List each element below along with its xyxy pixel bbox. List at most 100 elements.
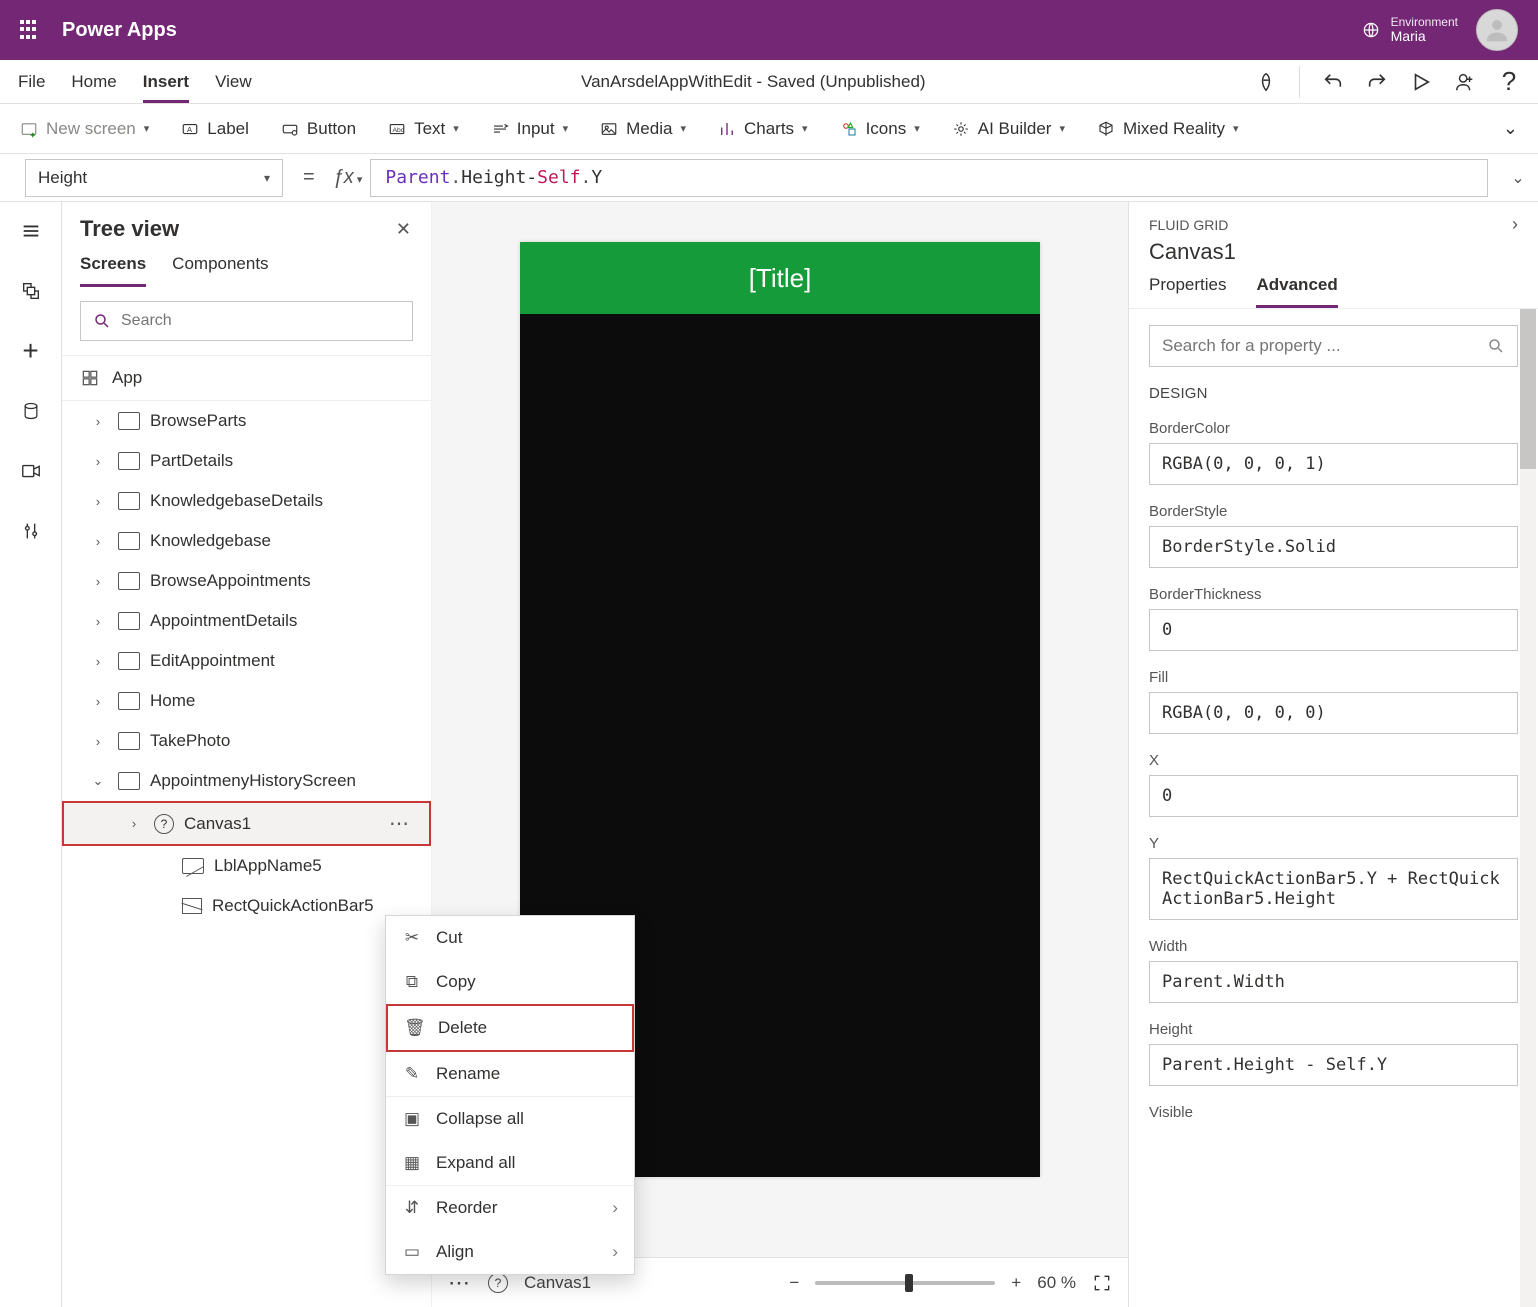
ribbon-ai-builder[interactable]: AI Builder▾ xyxy=(952,119,1065,139)
menu-home[interactable]: Home xyxy=(71,72,116,92)
ctx-align[interactable]: ▭Align› xyxy=(386,1230,634,1274)
redo-icon[interactable] xyxy=(1366,71,1388,93)
expand-icon[interactable]: › xyxy=(88,494,108,509)
tree-item[interactable]: ›BrowseAppointments xyxy=(62,561,431,601)
screen-icon xyxy=(118,412,140,430)
tree-tab-components[interactable]: Components xyxy=(172,254,268,287)
expand-icon[interactable]: ⌄ xyxy=(88,773,108,789)
ribbon-button[interactable]: Button xyxy=(281,119,356,139)
tree-item[interactable]: ›BrowseParts xyxy=(62,401,431,441)
zoom-in-icon[interactable]: + xyxy=(1011,1273,1021,1293)
zoom-slider[interactable] xyxy=(815,1281,995,1285)
prop-input[interactable]: 0 xyxy=(1149,609,1518,651)
ribbon-label[interactable]: A Label xyxy=(181,119,249,139)
tree-item[interactable]: ›EditAppointment xyxy=(62,641,431,681)
fit-icon[interactable] xyxy=(1092,1273,1112,1293)
formula-input[interactable]: Parent.Height - Self.Y xyxy=(370,159,1488,197)
menu-view[interactable]: View xyxy=(215,72,252,92)
globe-icon xyxy=(1361,20,1381,40)
tree-close-icon[interactable]: ✕ xyxy=(396,219,411,240)
ribbon-expand-icon[interactable]: ⌄ xyxy=(1503,118,1518,139)
tree-item[interactable]: ⌄AppointmenyHistoryScreen xyxy=(62,761,431,801)
props-collapse-icon[interactable]: › xyxy=(1512,214,1518,235)
zoom-out-icon[interactable]: − xyxy=(789,1273,799,1293)
ribbon-input[interactable]: Input▾ xyxy=(491,119,568,139)
ctx-copy[interactable]: ⧉Copy xyxy=(386,960,634,1004)
tree-item[interactable]: ›TakePhoto xyxy=(62,721,431,761)
ribbon-icons[interactable]: Icons▾ xyxy=(840,119,920,139)
environment-picker[interactable]: Environment Maria xyxy=(1361,16,1458,45)
menu-insert[interactable]: Insert xyxy=(143,72,189,103)
avatar[interactable] xyxy=(1476,9,1518,51)
expand-icon[interactable]: › xyxy=(88,454,108,469)
ribbon-text[interactable]: Abc Text▾ xyxy=(388,119,459,139)
rail-tools-icon[interactable] xyxy=(16,516,46,546)
expand-icon[interactable]: › xyxy=(88,534,108,549)
share-icon[interactable] xyxy=(1454,71,1476,93)
waffle-icon[interactable] xyxy=(20,20,40,40)
expand-icon[interactable]: › xyxy=(88,694,108,709)
ctx-cut[interactable]: ✂Cut xyxy=(386,916,634,960)
props-section: DESIGN xyxy=(1149,385,1518,402)
tree-item[interactable]: ›AppointmentDetails xyxy=(62,601,431,641)
ctx-expand[interactable]: ▦Expand all xyxy=(386,1141,634,1185)
tree-app-row[interactable]: App xyxy=(62,355,431,401)
ribbon-mixed-reality[interactable]: Mixed Reality▾ xyxy=(1097,119,1239,139)
play-icon[interactable] xyxy=(1410,71,1432,93)
ribbon-new-screen[interactable]: New screen▾ xyxy=(20,119,149,139)
prop-input[interactable]: Parent.Height - Self.Y xyxy=(1149,1044,1518,1086)
ribbon-charts[interactable]: Charts▾ xyxy=(718,119,808,139)
undo-icon[interactable] xyxy=(1322,71,1344,93)
tree-item[interactable]: ›?Canvas1⋯ xyxy=(62,801,431,846)
props-tab-properties[interactable]: Properties xyxy=(1149,275,1226,308)
tree-item[interactable]: RectQuickActionBar5 xyxy=(62,886,431,926)
svg-text:Abc: Abc xyxy=(393,127,405,134)
expand-icon[interactable]: › xyxy=(88,414,108,429)
expand-icon[interactable]: › xyxy=(88,574,108,589)
props-tab-advanced[interactable]: Advanced xyxy=(1256,275,1337,308)
rail-hamburger-icon[interactable] xyxy=(16,216,46,246)
prop-input[interactable]: 0 xyxy=(1149,775,1518,817)
ribbon-media[interactable]: Media▾ xyxy=(600,119,686,139)
props-search[interactable] xyxy=(1149,325,1518,367)
expand-icon[interactable]: › xyxy=(124,816,144,831)
rail-data-icon[interactable] xyxy=(16,396,46,426)
tree-item[interactable]: ›Home xyxy=(62,681,431,721)
help-icon[interactable]: ? xyxy=(1498,71,1520,93)
tree-search[interactable] xyxy=(80,301,413,341)
tree-search-input[interactable] xyxy=(121,312,400,330)
rename-icon: ✎ xyxy=(402,1064,422,1084)
rail-media-icon[interactable] xyxy=(16,456,46,486)
menu-file[interactable]: File xyxy=(18,72,45,92)
ctx-reorder[interactable]: ⇵Reorder› xyxy=(386,1186,634,1230)
ctx-rename[interactable]: ✎Rename xyxy=(386,1052,634,1096)
fx-icon[interactable]: ƒx ▾ xyxy=(333,166,363,189)
tree-tab-screens[interactable]: Screens xyxy=(80,254,146,287)
prop-input[interactable]: RGBA(0, 0, 0, 1) xyxy=(1149,443,1518,485)
rail-insert-icon[interactable]: + xyxy=(16,336,46,366)
prop-input[interactable]: Parent.Width xyxy=(1149,961,1518,1003)
prop-input[interactable]: RectQuickActionBar5.Y + RectQuickActionB… xyxy=(1149,858,1518,920)
formula-expand-icon[interactable]: ⌄ xyxy=(1498,168,1538,188)
ctx-delete[interactable]: 🗑Delete xyxy=(386,1004,634,1052)
rail-tree-icon[interactable] xyxy=(16,276,46,306)
prop-input[interactable]: RGBA(0, 0, 0, 0) xyxy=(1149,692,1518,734)
expand-icon[interactable]: › xyxy=(88,614,108,629)
tree-item[interactable]: ›Knowledgebase xyxy=(62,521,431,561)
more-icon[interactable]: ⋯ xyxy=(389,811,411,836)
doc-status: VanArsdelAppWithEdit - Saved (Unpublishe… xyxy=(581,72,926,92)
props-scrollbar-thumb[interactable] xyxy=(1520,309,1536,469)
status-help-icon[interactable]: ? xyxy=(488,1273,508,1293)
tree-item[interactable]: ›KnowledgebaseDetails xyxy=(62,481,431,521)
props-search-input[interactable] xyxy=(1162,336,1487,356)
expand-icon[interactable]: › xyxy=(88,654,108,669)
prop-input[interactable]: BorderStyle.Solid xyxy=(1149,526,1518,568)
tree-item[interactable]: ›PartDetails xyxy=(62,441,431,481)
app-checker-icon[interactable] xyxy=(1255,71,1277,93)
props-header-small: FLUID GRID xyxy=(1149,217,1228,233)
expand-icon[interactable]: › xyxy=(88,734,108,749)
ctx-collapse[interactable]: ▣Collapse all xyxy=(386,1097,634,1141)
context-menu: ✂Cut⧉Copy🗑Delete✎Rename▣Collapse all▦Exp… xyxy=(385,915,635,1275)
tree-item[interactable]: LblAppName5 xyxy=(62,846,431,886)
property-selector[interactable]: Height ▾ xyxy=(25,159,283,197)
